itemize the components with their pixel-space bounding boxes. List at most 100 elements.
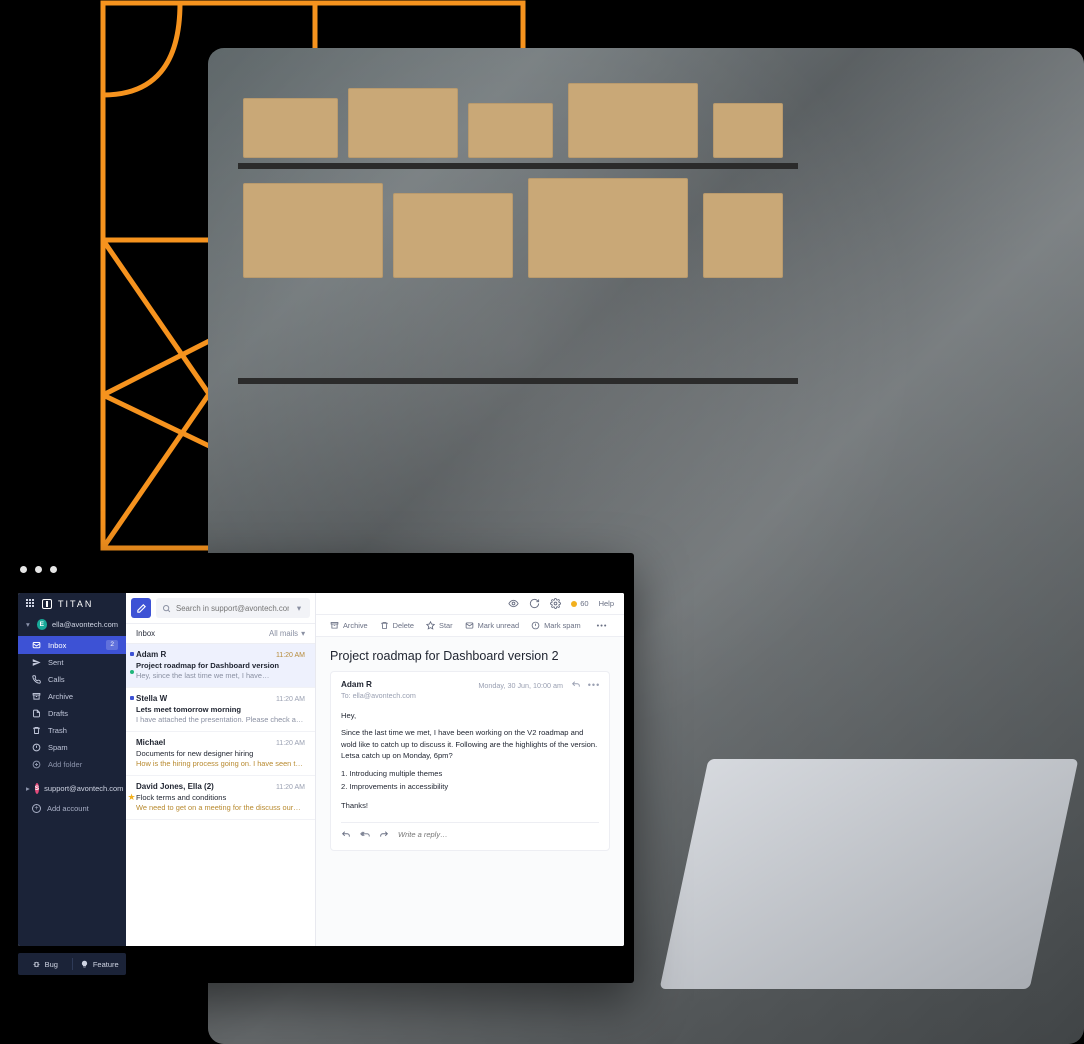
mail-icon [465, 621, 474, 630]
top-toolbar: 60 Help [316, 593, 624, 615]
request-feature-button[interactable]: Feature [73, 960, 127, 969]
sidebar-item-label: Trash [48, 726, 67, 735]
trash-icon [32, 726, 41, 735]
unread-dot-icon [130, 652, 134, 656]
reader-body: Project roadmap for Dashboard version 2 … [316, 637, 624, 946]
msg-line: Hey, [341, 710, 599, 721]
message-title: Project roadmap for Dashboard version 2 [330, 649, 610, 663]
delete-button[interactable]: Delete [380, 621, 414, 630]
reply-icon[interactable] [571, 680, 581, 690]
count-value: 60 [580, 599, 588, 608]
email-app: TITAN ▾ E ella@avontech.com Inbox 2 [18, 593, 624, 946]
sidebar-item-sent[interactable]: Sent [18, 654, 126, 671]
sidebar-item-add-folder[interactable]: Add folder [18, 756, 126, 773]
mark-unread-button[interactable]: Mark unread [465, 621, 520, 630]
mail-preview: I have attached the presentation. Please… [136, 715, 305, 724]
mail-row[interactable]: ★David Jones, Ella (2) 11:20 AM Flock term… [126, 776, 315, 820]
action-label: Mark unread [478, 621, 520, 630]
search-input-container[interactable]: ▾ [156, 598, 310, 618]
mail-row[interactable]: Michael 11:20 AM Documents for new designe… [126, 732, 315, 776]
mail-subject: Project roadmap for Dashboard version [136, 661, 305, 670]
star-icon: ★ [128, 792, 136, 803]
mail-from: Stella W [136, 694, 167, 703]
mark-spam-button[interactable]: Mark spam [531, 621, 581, 630]
search-row: ▾ [126, 593, 315, 624]
sidebar-item-spam[interactable]: Spam [18, 739, 126, 756]
avatar: E [37, 619, 47, 630]
message-from: Adam R [341, 680, 416, 689]
sidebar-item-archive[interactable]: Archive [18, 688, 126, 705]
msg-line: Since the last time we met, I have been … [341, 727, 599, 761]
account-secondary[interactable]: ▸ S support@avontech.com [18, 779, 126, 798]
app-switcher-icon[interactable] [26, 599, 36, 609]
refresh-button[interactable] [529, 598, 540, 609]
sidebar-item-label: Archive [48, 692, 73, 701]
sidebar-item-label: Inbox [48, 641, 66, 650]
message-to: To: ella@avontech.com [341, 691, 416, 700]
mail-from: Michael [136, 738, 165, 747]
lightbulb-icon [80, 960, 89, 969]
compose-button[interactable] [131, 598, 151, 618]
msg-line: Thanks! [341, 800, 599, 811]
mail-time: 11:20 AM [276, 652, 305, 659]
chevron-down-icon: ▾ [26, 620, 32, 629]
phone-icon [32, 675, 41, 684]
plus-circle-icon [32, 760, 41, 769]
list-title: Inbox [136, 629, 155, 638]
msg-line: 2. Improvements in accessibility [341, 781, 599, 792]
message-card: Adam R To: ella@avontech.com Monday, 30 … [330, 671, 610, 851]
archive-button[interactable]: Archive [330, 621, 368, 630]
reply-input[interactable] [398, 830, 599, 839]
message-actions: Archive Delete Star Mark unread Mark spa… [316, 615, 624, 637]
search-icon [162, 604, 171, 613]
sidebar-item-inbox[interactable]: Inbox 2 [18, 636, 126, 654]
star-button[interactable]: Star [426, 621, 453, 630]
filter-label: All mails [269, 629, 298, 638]
account-primary[interactable]: ▾ E ella@avontech.com [18, 615, 126, 634]
help-label: Help [599, 599, 614, 608]
list-filter[interactable]: All mails ▾ [269, 629, 305, 638]
sent-icon [32, 658, 41, 667]
mail-subject: Flock terms and conditions [136, 793, 305, 802]
sidebar-item-trash[interactable]: Trash [18, 722, 126, 739]
reply-all-icon[interactable] [360, 830, 370, 840]
action-label: Star [439, 621, 453, 630]
search-input[interactable] [176, 604, 289, 613]
mail-list-panel: ▾ Inbox All mails ▾ Adam R11:20 AMProjec… [126, 593, 316, 946]
sidebar-item-calls[interactable]: Calls [18, 671, 126, 688]
sidebar-item-drafts[interactable]: Drafts [18, 705, 126, 722]
presence-dot-icon [130, 670, 134, 674]
brand-name: TITAN [58, 599, 93, 609]
bottom-bar: Bug Feature [18, 953, 126, 975]
help-link[interactable]: Help [599, 599, 614, 608]
more-icon[interactable]: ••• [589, 680, 599, 690]
mail-from: David Jones, Ella (2) [136, 782, 214, 791]
mail-preview: How is the hiring process going on. I ha… [136, 759, 305, 768]
mail-subject: Documents for new designer hiring [136, 749, 305, 758]
chevron-right-icon: ▸ [26, 784, 30, 793]
mail-row[interactable]: Stella W11:20 AMLets meet tomorrow morni… [126, 688, 315, 732]
account-label: ella@avontech.com [52, 620, 118, 629]
settings-button[interactable] [550, 598, 561, 609]
mail-time: 11:20 AM [276, 784, 305, 791]
chevron-down-icon[interactable]: ▾ [294, 603, 304, 614]
drafts-icon [32, 709, 41, 718]
more-actions-button[interactable]: ••• [597, 621, 608, 630]
trash-icon [380, 621, 389, 630]
avatar: S [35, 783, 39, 794]
mail-subject: Lets meet tomorrow morning [136, 705, 305, 714]
report-bug-button[interactable]: Bug [18, 960, 72, 969]
bug-icon [32, 960, 41, 969]
message-header: Adam R To: ella@avontech.com Monday, 30 … [341, 680, 599, 700]
message-date: Monday, 30 Jun, 10:00 am [478, 681, 563, 690]
mail-time: 11:20 AM [276, 740, 305, 747]
forward-icon[interactable] [379, 830, 389, 840]
reply-icon[interactable] [341, 830, 351, 840]
action-label: Archive [343, 621, 368, 630]
add-account-button[interactable]: + Add account [18, 798, 126, 819]
view-toggle-button[interactable] [508, 598, 519, 609]
account-label: support@avontech.com [44, 784, 123, 793]
spam-icon [531, 621, 540, 630]
mail-row[interactable]: Adam R11:20 AMProject roadmap for Dashbo… [126, 644, 315, 688]
sidebar-item-label: Spam [48, 743, 68, 752]
